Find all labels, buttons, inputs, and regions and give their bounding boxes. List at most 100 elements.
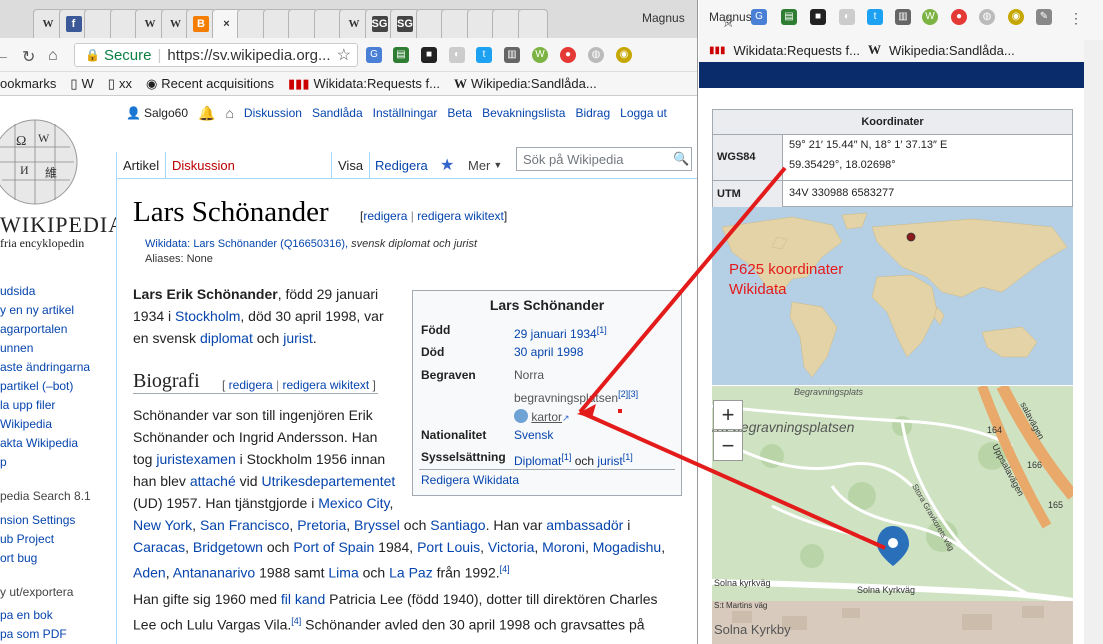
tab-article[interactable]: Artikel bbox=[116, 152, 167, 178]
bookmark-item[interactable]: W Wikipedia:Sandlåda... bbox=[454, 76, 597, 92]
article-link[interactable]: San Francisco bbox=[200, 517, 289, 533]
extension-icon[interactable]: W bbox=[922, 9, 938, 25]
extension-icon[interactable]: ▥ bbox=[895, 9, 911, 25]
bookmark-star-icon[interactable]: ☆ bbox=[721, 12, 735, 32]
occupation-link[interactable]: jurist bbox=[597, 454, 622, 468]
ref-link[interactable]: [1] bbox=[623, 452, 633, 462]
sidebar-link[interactable]: akta Wikipedia bbox=[0, 436, 78, 450]
sidebar-link[interactable]: unnen bbox=[0, 341, 33, 355]
article-link[interactable]: juristexamen bbox=[156, 451, 235, 467]
watchlist-link[interactable]: Bevakningslista bbox=[482, 106, 565, 120]
menu-icon[interactable]: ⋮ bbox=[1069, 10, 1083, 27]
nationality-link[interactable]: Svensk bbox=[514, 428, 553, 442]
article-link[interactable]: La Paz bbox=[389, 565, 433, 581]
edit-wikitext-link[interactable]: redigera wikitext bbox=[417, 209, 504, 223]
sidebar-link[interactable]: nsion Settings bbox=[0, 513, 75, 527]
extension-icon[interactable]: ◐ bbox=[449, 47, 465, 63]
extension-icon[interactable]: ◉ bbox=[1008, 9, 1024, 25]
sidebar-link[interactable]: pa en bok bbox=[0, 608, 53, 622]
logout-link[interactable]: Logga ut bbox=[620, 106, 667, 120]
reload-button[interactable]: ↻ bbox=[22, 47, 35, 67]
article-link[interactable]: Moroni bbox=[542, 539, 585, 555]
bookmark-item[interactable]: ▯ W bbox=[70, 76, 93, 92]
article-link[interactable]: Caracas bbox=[133, 539, 185, 555]
ref-link[interactable]: [1] bbox=[561, 452, 571, 462]
article-link[interactable]: Stockholm bbox=[175, 308, 240, 324]
extension-icon[interactable]: ◐ bbox=[839, 9, 855, 25]
beta-link[interactable]: Beta bbox=[447, 106, 472, 120]
ref-link[interactable]: [4] bbox=[291, 616, 301, 626]
article-link[interactable]: Bridgetown bbox=[193, 539, 263, 555]
article-link[interactable]: jurist bbox=[283, 330, 313, 346]
zoom-out-button[interactable]: − bbox=[713, 431, 743, 461]
article-link[interactable]: Pretoria bbox=[297, 517, 346, 533]
tab-talk[interactable]: Diskussion bbox=[166, 152, 241, 178]
article-link[interactable]: Mogadishu bbox=[593, 539, 662, 555]
article-link[interactable]: Port Louis bbox=[417, 539, 480, 555]
extension-icon[interactable]: ▤ bbox=[781, 9, 797, 25]
sidebar-link[interactable]: udsida bbox=[0, 284, 35, 298]
sidebar-link[interactable]: aste ändringarna bbox=[0, 360, 90, 374]
bookmark-item[interactable]: ▯ xx bbox=[108, 76, 132, 92]
twitter-extension-icon[interactable]: t bbox=[867, 9, 883, 25]
notices-tray-icon[interactable]: ⌂ bbox=[225, 105, 233, 121]
bookmark-item[interactable]: ◉ Recent acquisitions bbox=[146, 76, 274, 92]
translate-extension-icon[interactable]: G bbox=[366, 47, 382, 63]
extension-icon[interactable]: ◉ bbox=[616, 47, 632, 63]
article-link[interactable]: Port of Spain bbox=[293, 539, 374, 555]
section-edit-link[interactable]: redigera bbox=[229, 378, 273, 392]
profile-name-left[interactable]: Magnus bbox=[642, 11, 685, 25]
occupation-link[interactable]: Diplomat bbox=[514, 454, 561, 468]
sidebar-link[interactable]: p bbox=[0, 455, 7, 469]
ref-link[interactable]: [1] bbox=[597, 325, 607, 335]
article-link[interactable]: Utrikesdepartementet bbox=[261, 473, 395, 489]
article-link[interactable]: Bryssel bbox=[354, 517, 400, 533]
street-map[interactable]: Begravningsplats rra begravningsplatsen … bbox=[712, 386, 1073, 644]
scrollbar[interactable] bbox=[1084, 40, 1103, 644]
extension-icon[interactable]: ◍ bbox=[979, 9, 995, 25]
article-link[interactable]: Santiago bbox=[430, 517, 485, 533]
wikidata-qid-link[interactable]: (Q16650316), bbox=[280, 238, 348, 250]
article-link[interactable]: Aden bbox=[133, 565, 166, 581]
user-link[interactable]: 👤 Salgo60 bbox=[126, 106, 188, 120]
extension-icon[interactable]: ▤ bbox=[393, 47, 409, 63]
maps-link[interactable]: kartor bbox=[531, 410, 562, 424]
article-link[interactable]: Antananarivo bbox=[173, 565, 256, 581]
translate-extension-icon[interactable]: G bbox=[751, 9, 767, 25]
sidebar-link[interactable]: ort bug bbox=[0, 551, 37, 565]
extension-icon[interactable]: ● bbox=[560, 47, 576, 63]
preferences-link[interactable]: Inställningar bbox=[373, 106, 438, 120]
extension-icon[interactable]: ▥ bbox=[504, 47, 520, 63]
sidebar-link[interactable]: Wikipedia bbox=[0, 417, 52, 431]
sidebar-link[interactable]: la upp filer bbox=[0, 398, 55, 412]
extension-icon[interactable]: ◍ bbox=[588, 47, 604, 63]
more-menu[interactable]: Mer ▼ bbox=[462, 152, 508, 178]
wikidata-label-link[interactable]: Lars Schönander bbox=[193, 238, 277, 250]
home-button[interactable]: ⌂ bbox=[48, 47, 58, 65]
burial-place-link[interactable]: Norra begravningsplatsen bbox=[514, 368, 618, 405]
sidebar-link[interactable]: y en ny artikel bbox=[0, 303, 74, 317]
extension-icon[interactable]: ■ bbox=[810, 9, 826, 25]
edit-link[interactable]: redigera bbox=[363, 209, 407, 223]
article-link[interactable]: New York bbox=[133, 517, 192, 533]
extension-icon[interactable]: W bbox=[532, 47, 548, 63]
contributions-link[interactable]: Bidrag bbox=[575, 106, 610, 120]
bookmark-item[interactable]: Wikipedia:Sandlåda... bbox=[889, 43, 1015, 58]
birth-date-link[interactable]: 29 januari 1934 bbox=[514, 327, 597, 341]
eyedropper-icon[interactable]: ✎ bbox=[1036, 9, 1052, 25]
sandbox-link[interactable]: Sandlåda bbox=[312, 106, 363, 120]
section-edit-wikitext-link[interactable]: redigera wikitext bbox=[283, 378, 370, 392]
article-link[interactable]: Mexico City bbox=[318, 495, 389, 511]
sidebar-link[interactable]: pa som PDF bbox=[0, 627, 67, 641]
sidebar-link[interactable]: agarportalen bbox=[0, 322, 67, 336]
back-button[interactable]: ← bbox=[0, 47, 10, 65]
article-link[interactable]: Victoria bbox=[488, 539, 534, 555]
article-link[interactable]: attaché bbox=[190, 473, 236, 489]
bookmark-item[interactable]: Wikidata:Requests f... bbox=[734, 43, 860, 58]
death-date-link[interactable]: 30 april 1998 bbox=[514, 345, 583, 359]
address-bar[interactable]: 🔒 Secure | https://sv.wikipedia.org... ☆ bbox=[74, 43, 358, 67]
article-link[interactable]: diplomat bbox=[200, 330, 253, 346]
edit-wikidata-link[interactable]: Redigera Wikidata bbox=[421, 473, 519, 487]
watch-star-icon[interactable]: ★ bbox=[434, 152, 460, 178]
talk-link[interactable]: Diskussion bbox=[244, 106, 302, 120]
